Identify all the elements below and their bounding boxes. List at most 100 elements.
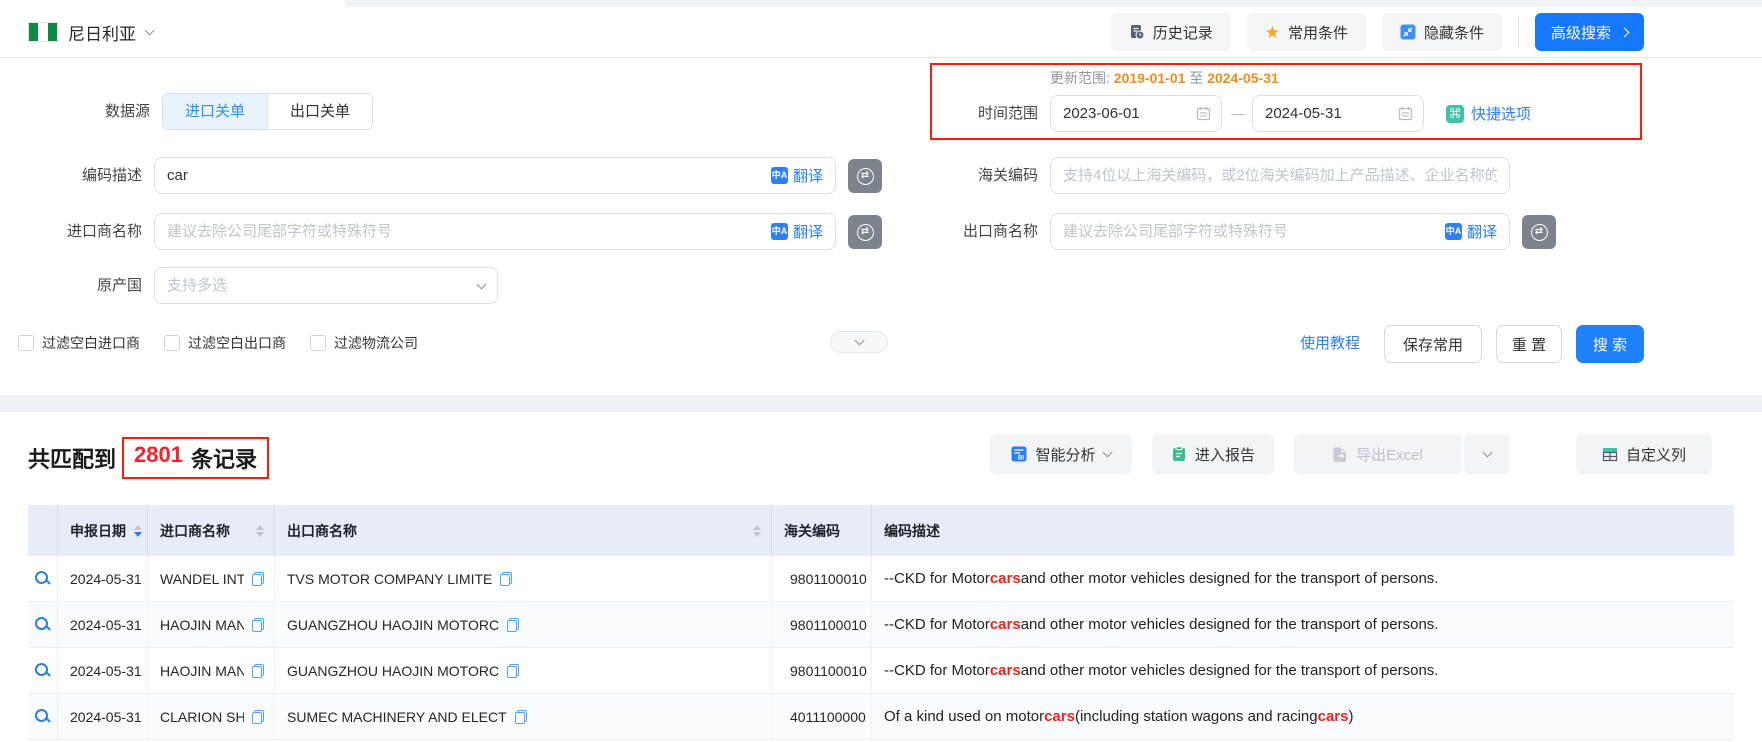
keyword-highlight: cars xyxy=(990,570,1021,587)
description-text: ) xyxy=(1349,708,1354,725)
checkbox-label: 过滤物流公司 xyxy=(334,333,418,353)
update-range-start: 2019-01-01 xyxy=(1114,70,1186,86)
cell-row-search xyxy=(28,602,58,647)
date-range-dash: — xyxy=(1230,95,1246,132)
column-header-2[interactable]: 进口商名称 xyxy=(148,505,275,556)
smart-analysis-button[interactable]: BI 智能分析 xyxy=(990,434,1132,474)
checkbox-icon xyxy=(18,335,34,351)
copy-icon[interactable] xyxy=(500,572,512,586)
export-options-button[interactable] xyxy=(1464,434,1510,474)
save-favorite-button[interactable]: 保存常用 xyxy=(1384,325,1482,363)
copy-icon[interactable] xyxy=(515,710,527,724)
checkbox-label: 过滤空白进口商 xyxy=(42,333,140,353)
sort-asc-icon[interactable] xyxy=(256,525,264,530)
search-button[interactable]: 搜 索 xyxy=(1576,325,1644,363)
favorites-button[interactable]: ★ 常用条件 xyxy=(1247,13,1366,51)
cell-importer: CLARION SHIPPI xyxy=(148,694,275,739)
keyword-highlight: cars xyxy=(990,616,1021,633)
cell-exporter: GUANGZHOU HAOJIN MOTORC xyxy=(275,602,772,647)
quick-options-button[interactable]: ⌘ 快捷选项 xyxy=(1446,95,1531,132)
date-start-input[interactable]: 2023-06-01 xyxy=(1050,95,1222,132)
hs-code-label: 海关编码 xyxy=(860,157,1038,194)
code-description-input[interactable] xyxy=(167,167,771,184)
copy-icon[interactable] xyxy=(252,572,264,586)
reset-button[interactable]: 重 置 xyxy=(1496,325,1562,363)
date-start-value: 2023-06-01 xyxy=(1063,105,1140,122)
exporter-name: GUANGZHOU HAOJIN MOTORC xyxy=(287,617,499,633)
copy-icon[interactable] xyxy=(252,618,264,632)
table-body: 2024-05-31WANDEL INTERNTVS MOTOR COMPANY… xyxy=(28,556,1734,740)
cell-code-description: Of a kind used on motor cars (including … xyxy=(872,694,1734,739)
cell-exporter: SUMEC MACHINERY AND ELECT xyxy=(275,694,772,739)
copy-icon[interactable] xyxy=(252,664,264,678)
description-text: Of a kind used on motor xyxy=(884,708,1044,725)
exporter-name: SUMEC MACHINERY AND ELECT xyxy=(287,709,507,725)
sort-asc-icon[interactable] xyxy=(134,525,142,530)
keyword-highlight: cars xyxy=(1044,708,1075,725)
column-header-3[interactable]: 出口商名称 xyxy=(275,505,772,556)
hide-conditions-label: 隐藏条件 xyxy=(1424,22,1484,43)
country-picker[interactable]: 尼日利亚 xyxy=(28,20,153,45)
exact-match-toggle[interactable]: ⇄ xyxy=(1522,215,1556,249)
translate-button[interactable]: 中A 翻译 xyxy=(1445,221,1497,242)
description-text: (including station wagons and racing xyxy=(1075,708,1318,725)
quick-options-label: 快捷选项 xyxy=(1471,103,1531,124)
row-search-icon[interactable] xyxy=(35,617,50,632)
collapse-form-button[interactable] xyxy=(830,331,888,353)
calendar-icon xyxy=(1196,106,1211,121)
sort-icons[interactable] xyxy=(126,525,142,537)
collapse-icon xyxy=(1400,24,1416,40)
customize-columns-button[interactable]: 自定义列 xyxy=(1576,434,1712,474)
sort-desc-icon[interactable] xyxy=(753,532,761,537)
time-range-label: 时间范围 xyxy=(860,95,1038,132)
datasource-tabs: 进口关单 出口关单 xyxy=(162,93,373,130)
cell-declare-date: 2024-05-31 xyxy=(58,648,148,693)
sort-desc-icon[interactable] xyxy=(134,532,142,537)
copy-icon[interactable] xyxy=(507,618,519,632)
checkbox-label: 过滤空白出口商 xyxy=(188,333,286,353)
hs-code-input[interactable] xyxy=(1063,167,1497,184)
translate-button[interactable]: 中A 翻译 xyxy=(771,165,823,186)
match-prefix: 共匹配到 xyxy=(28,442,116,474)
enter-report-button[interactable]: 进入报告 xyxy=(1152,434,1274,474)
column-header-1[interactable]: 申报日期 xyxy=(58,505,148,556)
checkbox-filter-blank-exporter[interactable]: 过滤空白出口商 xyxy=(164,333,286,353)
sort-asc-icon[interactable] xyxy=(753,525,761,530)
column-header-label: 出口商名称 xyxy=(287,521,357,541)
cell-code-description: --CKD for Motor cars and other motor veh… xyxy=(872,556,1734,601)
exporter-name-field: 中A 翻译 xyxy=(1050,213,1510,250)
topbar-actions: 历史记录 ★ 常用条件 隐藏条件 高级搜索 xyxy=(1111,13,1644,51)
copy-icon[interactable] xyxy=(507,664,519,678)
sort-desc-icon[interactable] xyxy=(256,532,264,537)
translate-button[interactable]: 中A 翻译 xyxy=(771,221,823,242)
row-search-icon[interactable] xyxy=(35,571,50,586)
export-excel-button-disabled[interactable]: 导出Excel xyxy=(1294,434,1462,474)
history-label: 历史记录 xyxy=(1153,22,1213,43)
date-end-input[interactable]: 2024-05-31 xyxy=(1252,95,1424,132)
origin-country-input[interactable] xyxy=(167,277,478,294)
copy-icon[interactable] xyxy=(252,710,264,724)
tab-export-records[interactable]: 出口关单 xyxy=(267,94,372,129)
origin-country-select[interactable] xyxy=(154,267,498,304)
sort-icons[interactable] xyxy=(248,525,264,537)
hide-conditions-button[interactable]: 隐藏条件 xyxy=(1382,13,1502,51)
column-header-label: 申报日期 xyxy=(70,521,126,541)
history-button[interactable]: 历史记录 xyxy=(1111,13,1231,51)
datasource-label: 数据源 xyxy=(0,93,150,130)
tutorial-link[interactable]: 使用教程 xyxy=(1300,325,1360,363)
row-search-icon[interactable] xyxy=(35,709,50,724)
checkbox-filter-logistics[interactable]: 过滤物流公司 xyxy=(310,333,418,353)
checkbox-filter-blank-importer[interactable]: 过滤空白进口商 xyxy=(18,333,140,353)
calendar-icon xyxy=(1398,106,1413,121)
update-range-to: 至 xyxy=(1189,70,1203,86)
row-search-icon[interactable] xyxy=(35,663,50,678)
cell-row-search xyxy=(28,648,58,693)
tab-import-records[interactable]: 进口关单 xyxy=(163,94,267,129)
exporter-name-input[interactable] xyxy=(1063,223,1445,240)
advanced-search-button[interactable]: 高级搜索 xyxy=(1535,13,1644,51)
cell-code-description: --CKD for Motor cars and other motor veh… xyxy=(872,602,1734,647)
sort-icons[interactable] xyxy=(745,525,761,537)
importer-name-input[interactable] xyxy=(167,223,771,240)
cell-declare-date: 2024-05-31 xyxy=(58,556,148,601)
export-excel-label: 导出Excel xyxy=(1356,444,1423,465)
